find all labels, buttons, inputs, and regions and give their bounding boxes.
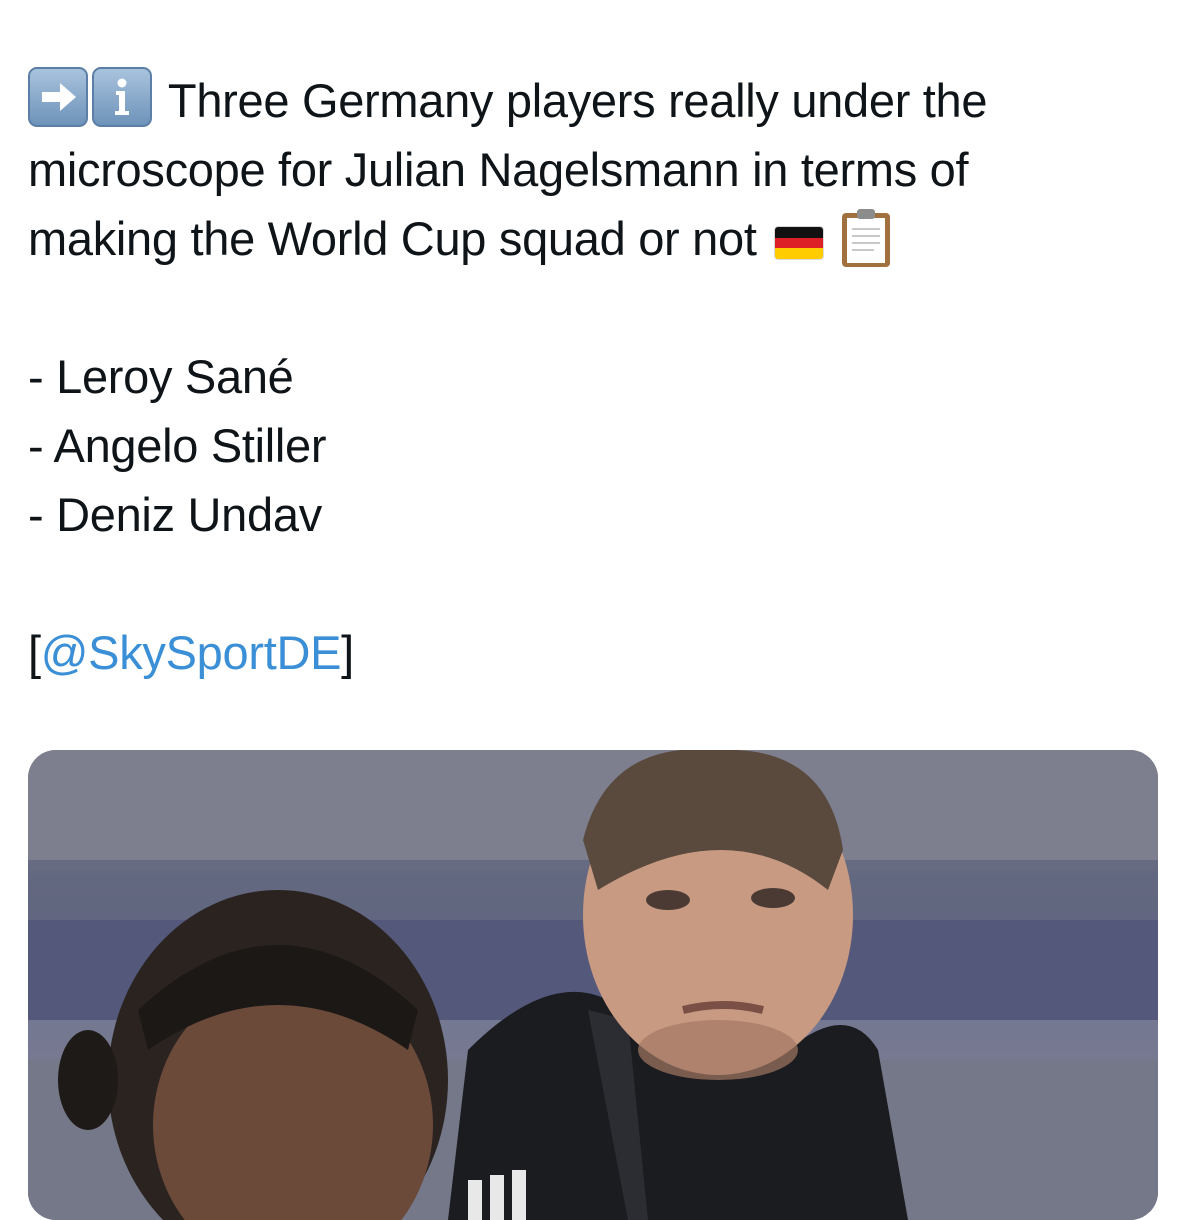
tweet-line-1: Three Germany players really under the bbox=[28, 66, 1148, 135]
germany-flag-icon bbox=[775, 227, 824, 259]
clipboard-icon bbox=[840, 207, 892, 269]
source-line: [@SkySportDE] bbox=[28, 618, 1148, 687]
information-emoji-icon bbox=[92, 67, 152, 127]
source-bracket-open: [ bbox=[28, 626, 41, 679]
tweet-line-3: making the World Cup squad or not bbox=[28, 204, 1148, 273]
right-arrow-emoji-icon bbox=[28, 67, 88, 127]
player-item: - Leroy Sané bbox=[28, 350, 294, 403]
player-item: - Deniz Undav bbox=[28, 488, 322, 541]
tweet-line-2: microscope for Julian Nagelsmann in term… bbox=[28, 143, 969, 196]
tweet-line-3-text: making the World Cup squad or not bbox=[28, 212, 757, 265]
player-item: - Angelo Stiller bbox=[28, 419, 327, 472]
source-bracket-close: ] bbox=[341, 626, 354, 679]
source-mention-link[interactable]: @SkySportDE bbox=[41, 626, 342, 679]
tweet-media-photo[interactable] bbox=[28, 750, 1158, 1220]
tweet-line-1-text: Three Germany players really under the bbox=[167, 74, 988, 127]
tweet-text: Three Germany players really under the m… bbox=[28, 66, 1148, 687]
